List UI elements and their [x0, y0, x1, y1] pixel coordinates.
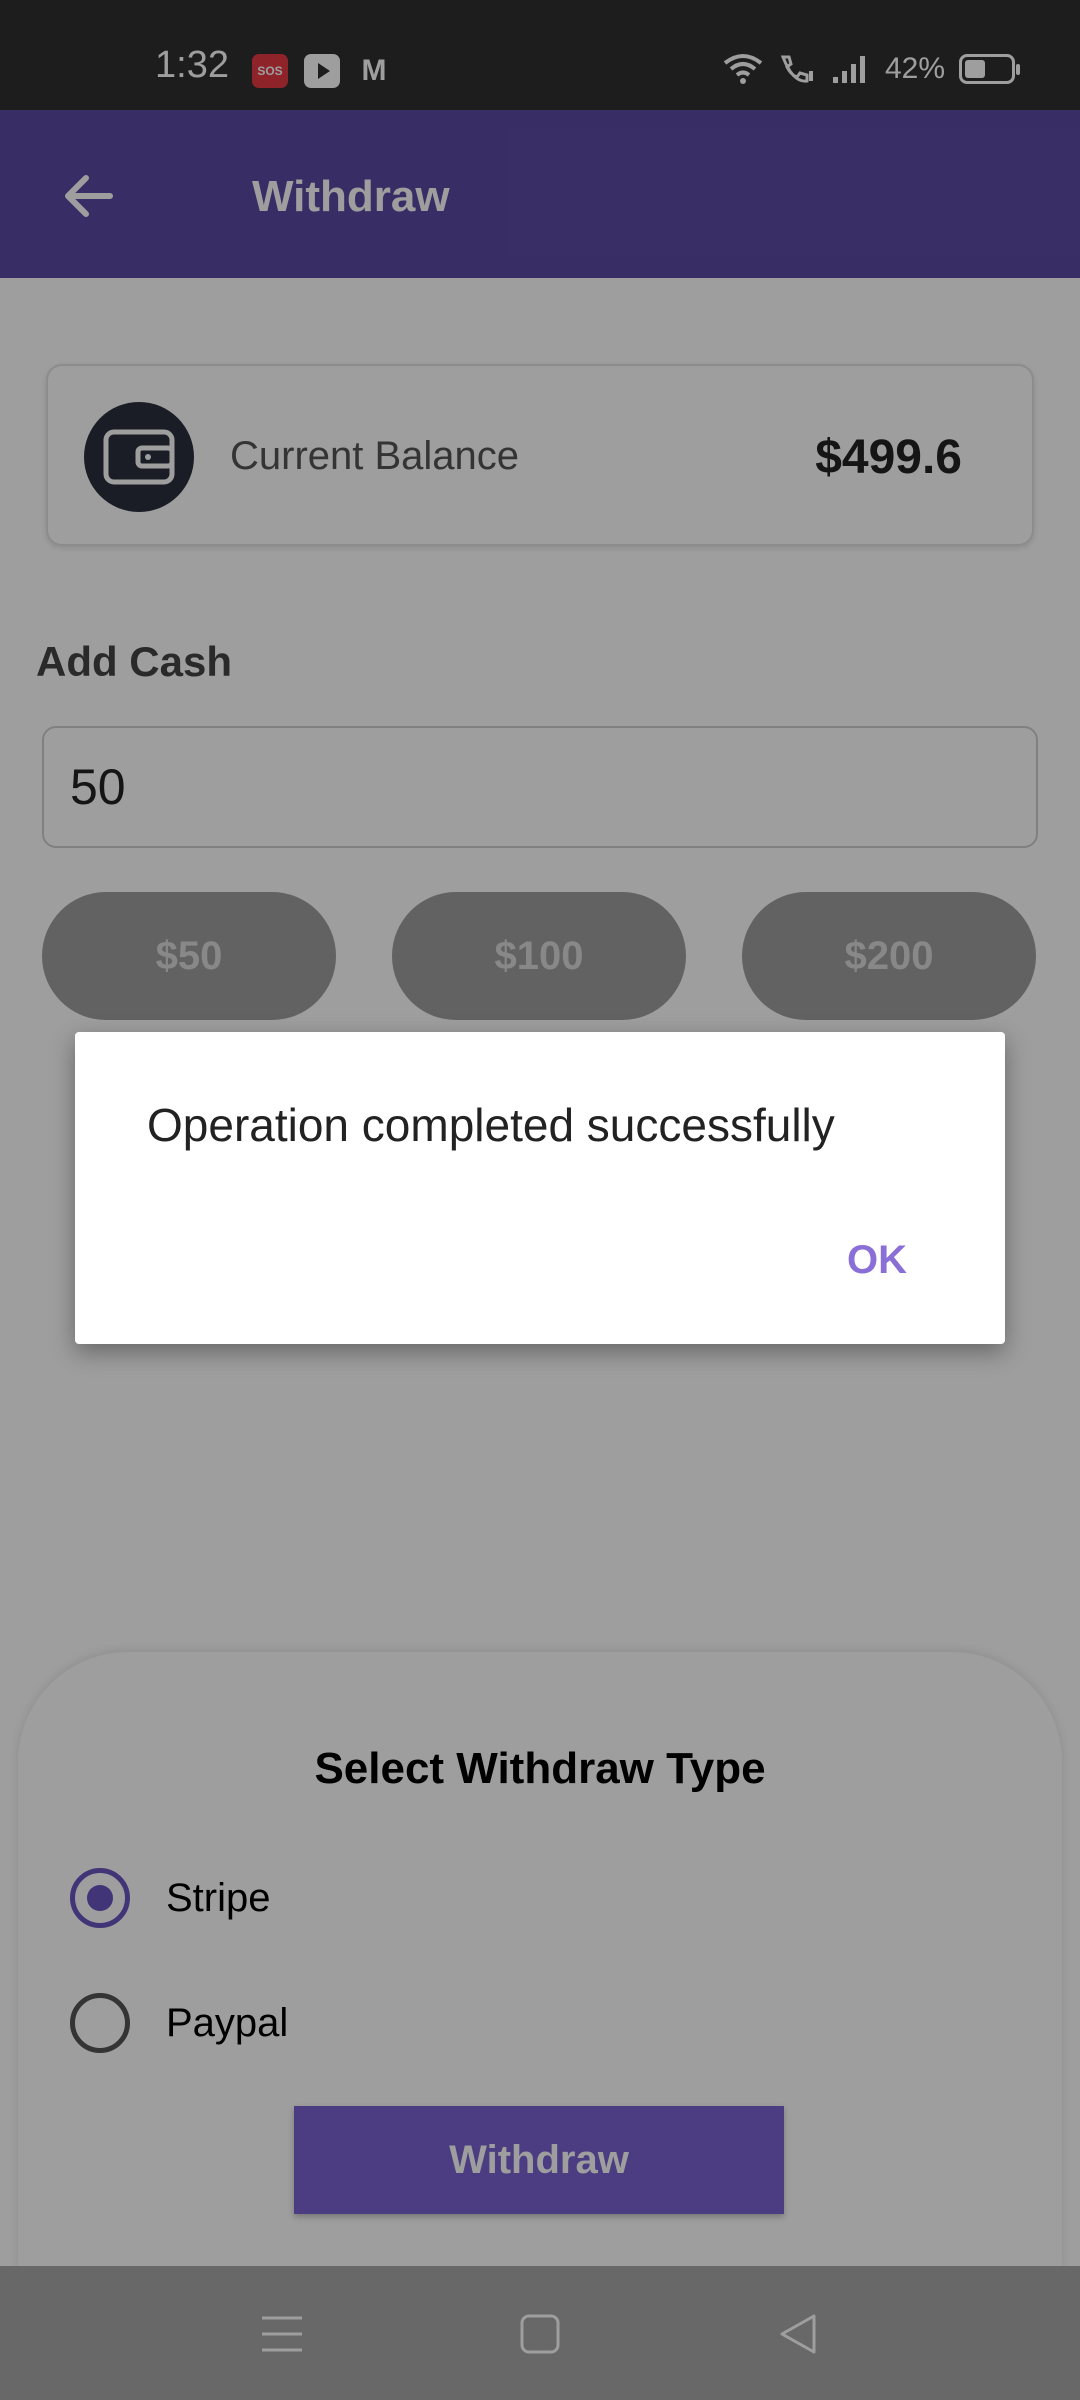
dialog-message: Operation completed successfully	[147, 1099, 835, 1151]
success-dialog: Operation completed successfully OK	[75, 1032, 1005, 1344]
ok-button[interactable]: OK	[847, 1238, 907, 1283]
